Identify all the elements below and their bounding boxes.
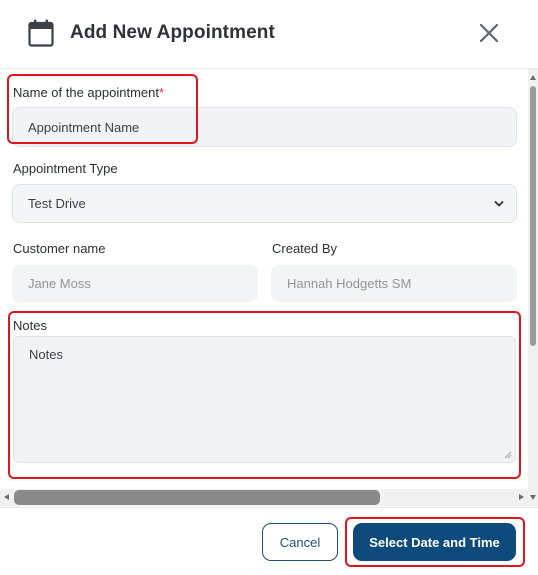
dialog-title: Add New Appointment: [70, 22, 275, 43]
appointment-name-label: Name of the appointment*: [13, 85, 164, 100]
dialog-header: Add New Appointment: [0, 0, 538, 69]
notes-value: Notes: [29, 347, 63, 362]
vertical-scrollbar[interactable]: [528, 69, 538, 506]
form-content: Name of the appointment* Appointment Nam…: [0, 69, 528, 489]
appointment-name-label-text: Name of the appointment: [13, 85, 159, 100]
appointment-name-value: Appointment Name: [28, 119, 140, 135]
scroll-up-arrow-icon[interactable]: [530, 75, 536, 80]
close-icon[interactable]: [478, 22, 500, 44]
dialog-footer: Cancel Select Date and Time: [0, 507, 538, 575]
scroll-right-arrow-icon[interactable]: [519, 494, 524, 500]
required-mark: *: [158, 85, 165, 100]
notes-textarea[interactable]: Notes: [13, 336, 516, 463]
scroll-left-arrow-icon[interactable]: [4, 494, 9, 500]
cancel-button[interactable]: Cancel: [262, 523, 338, 561]
horizontal-scrollbar[interactable]: [0, 489, 528, 506]
chevron-down-icon: [494, 201, 504, 207]
select-date-time-button[interactable]: Select Date and Time: [353, 523, 516, 561]
customer-name-label: Customer name: [13, 241, 106, 256]
horizontal-scroll-thumb[interactable]: [14, 490, 380, 505]
created-by-value: Hannah Hodgetts SM: [287, 276, 412, 291]
created-by-field: Hannah Hodgetts SM: [271, 265, 517, 302]
notes-label: Notes: [13, 318, 47, 333]
created-by-label: Created By: [272, 241, 338, 256]
vertical-scroll-thumb[interactable]: [530, 86, 536, 346]
appointment-type-value: Test Drive: [28, 196, 86, 211]
appointment-type-label: Appointment Type: [13, 161, 118, 176]
appointment-type-select[interactable]: Test Drive: [12, 184, 517, 223]
scroll-down-arrow-icon[interactable]: [530, 495, 536, 500]
customer-name-value: Jane Moss: [28, 276, 91, 291]
resize-handle-icon[interactable]: [504, 451, 512, 459]
customer-name-field: Jane Moss: [12, 265, 258, 302]
appointment-name-input[interactable]: Appointment Name: [12, 107, 517, 147]
calendar-icon: [28, 19, 54, 47]
